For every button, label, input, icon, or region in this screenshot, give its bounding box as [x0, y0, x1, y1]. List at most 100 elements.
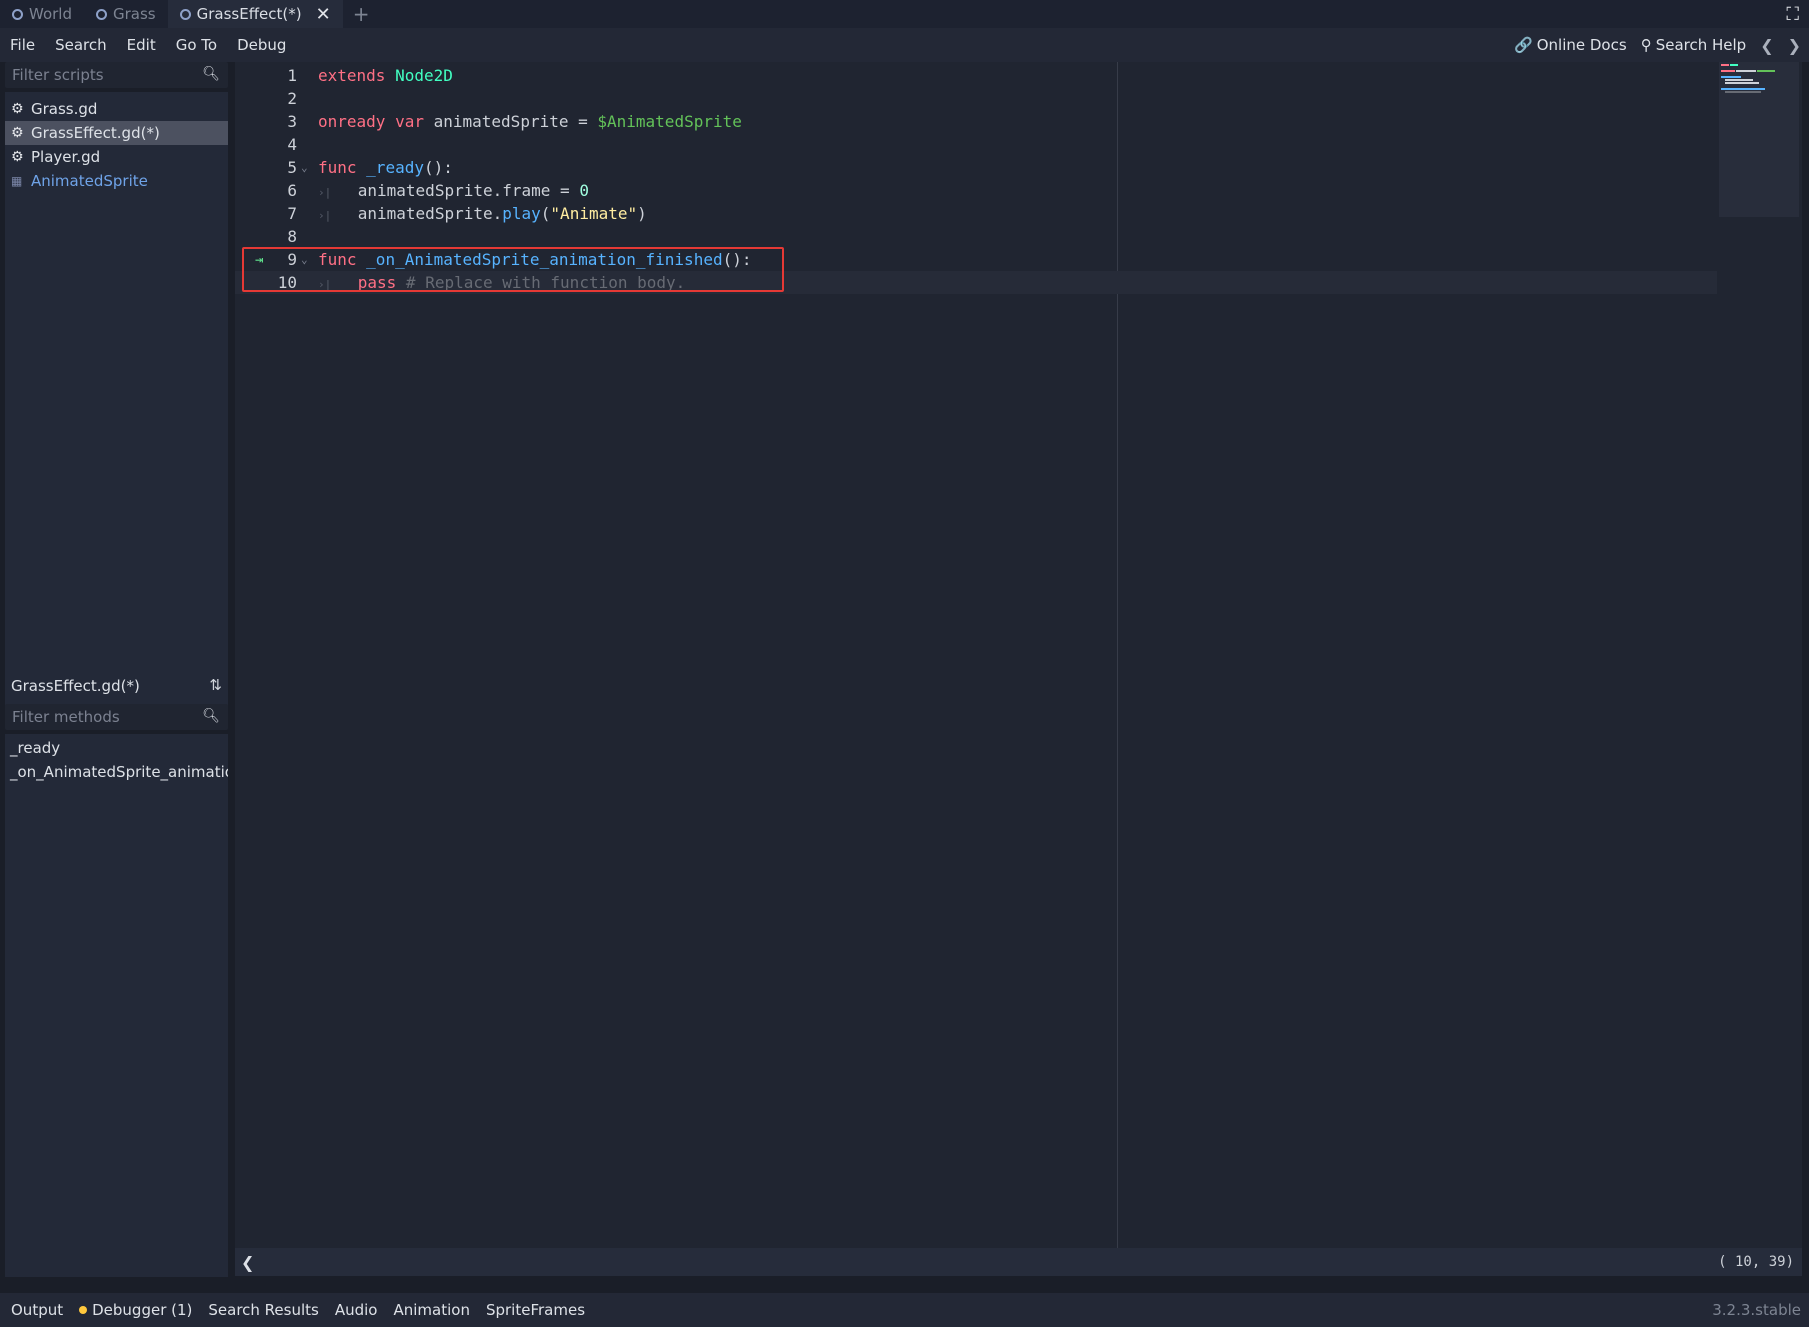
line-number: 5 [287, 158, 297, 177]
code-line[interactable]: 5 ⌄ func _ready(): [235, 156, 1717, 179]
engine-version: 3.2.3.stable [1712, 1301, 1801, 1319]
filter-scripts-input[interactable]: Filter scripts 🔍︎ [5, 62, 228, 88]
code-minimap[interactable] [1719, 62, 1799, 217]
script-item-label: GrassEffect.gd(*) [31, 124, 160, 142]
code-text: ›| animatedSprite.frame = 0 [318, 181, 589, 200]
scene-tab-grass[interactable]: Grass [84, 0, 168, 28]
tab-animation[interactable]: Animation [385, 1301, 477, 1319]
menu-edit[interactable]: Edit [117, 36, 166, 54]
script-item-grass[interactable]: ⚙ Grass.gd [5, 97, 228, 121]
warning-dot-icon [79, 1306, 88, 1314]
search-icon: 🔍︎ [202, 708, 220, 724]
code-token: $AnimatedSprite [597, 112, 742, 131]
code-token: Node2D [395, 66, 453, 85]
code-line[interactable]: 1 extends Node2D [235, 64, 1717, 87]
tab-debugger-label: Debugger (1) [92, 1301, 193, 1319]
link-icon: 🔗 [1514, 36, 1533, 54]
code-line[interactable]: 7 ›| animatedSprite.play("Animate") [235, 202, 1717, 225]
close-icon[interactable]: ✕ [316, 4, 331, 25]
method-item-animation-finished[interactable]: _on_AnimatedSprite_animation_finished [5, 760, 228, 784]
search-help-button[interactable]: ⚲ Search Help [1641, 36, 1747, 54]
scene-icon [12, 8, 23, 20]
search-icon: 🔍︎ [202, 66, 220, 82]
code-token: play [502, 204, 541, 223]
script-item-label: AnimatedSprite [31, 172, 148, 190]
tab-indent-icon: ›| [318, 209, 358, 222]
fullscreen-icon[interactable]: ⛶ [1786, 4, 1799, 25]
scene-tab-label: GrassEffect(*) [196, 5, 302, 23]
scene-tab-bar: World Grass GrassEffect(*) ✕ + ⛶ [0, 0, 1809, 28]
code-text: func _ready(): [318, 158, 453, 177]
history-back-icon[interactable]: ❮ [1760, 36, 1773, 55]
gear-icon: ⚙ [11, 125, 24, 141]
script-item-grass-effect[interactable]: ⚙ GrassEffect.gd(*) [5, 121, 228, 145]
method-list: _ready _on_AnimatedSprite_animation_fini… [5, 734, 228, 1277]
menu-file[interactable]: File [0, 36, 45, 54]
add-tab-button[interactable]: + [343, 2, 380, 26]
cursor-position: ( 10, 39) [1718, 1254, 1794, 1270]
tab-audio[interactable]: Audio [327, 1301, 386, 1319]
history-forward-icon[interactable]: ❯ [1788, 36, 1801, 55]
tab-output[interactable]: Output [0, 1301, 71, 1319]
current-script-title: GrassEffect.gd(*) [5, 672, 195, 700]
method-header: GrassEffect.gd(*) ⇅ [5, 672, 228, 700]
code-token: ( [540, 204, 551, 223]
code-text: ›| animatedSprite.play("Animate") [318, 204, 647, 223]
tab-spriteframes[interactable]: SpriteFrames [478, 1301, 593, 1319]
code-editor[interactable]: 1 extends Node2D 2 3 onready var animatedSpr… [235, 62, 1802, 1276]
code-token: (): [423, 158, 453, 177]
menu-search[interactable]: Search [45, 36, 117, 54]
filter-methods-input[interactable]: Filter methods 🔍︎ [5, 704, 228, 730]
script-sidebar: Filter scripts 🔍︎ ⚙ Grass.gd ⚙ GrassEffe… [5, 62, 228, 1277]
toggle-scripts-panel-icon[interactable]: ❮ [241, 1253, 254, 1272]
code-token: 0 [579, 181, 589, 200]
search-help-label: Search Help [1655, 36, 1747, 54]
highlight-annotation [242, 247, 784, 292]
sort-icon[interactable]: ⇅ [209, 676, 222, 694]
scene-icon [179, 8, 191, 20]
script-item-player[interactable]: ⚙ Player.gd [5, 145, 228, 169]
code-token: "Animate" [550, 204, 638, 223]
scene-tab-grass-effect[interactable]: GrassEffect(*) ✕ [167, 0, 343, 28]
tab-debugger[interactable]: Debugger (1) [71, 1301, 200, 1319]
line-number: 8 [287, 227, 297, 246]
gear-icon: ⚙ [11, 149, 24, 165]
code-token: extends [318, 66, 386, 85]
script-item-animated-sprite[interactable]: ▦ AnimatedSprite [5, 169, 228, 193]
line-number: 1 [287, 66, 297, 85]
code-line[interactable]: 4 [235, 133, 1717, 156]
editor-status-bar: ❮ ( 10, 39) [235, 1248, 1802, 1276]
code-token: ) [637, 204, 647, 223]
scene-tab-world[interactable]: World [0, 0, 84, 28]
code-line[interactable]: 2 [235, 87, 1717, 110]
line-number: 6 [287, 181, 297, 200]
scene-tab-label: Grass [113, 5, 156, 23]
filter-methods-placeholder: Filter methods [12, 708, 120, 726]
code-token: var [395, 112, 424, 131]
code-token: animatedSprite.frame = [357, 181, 580, 200]
menu-goto[interactable]: Go To [166, 36, 227, 54]
code-token: func [318, 158, 357, 177]
method-item-ready[interactable]: _ready [5, 736, 228, 760]
scene-icon [96, 8, 107, 20]
tab-search-results[interactable]: Search Results [200, 1301, 326, 1319]
code-token: animatedSprite. [357, 204, 503, 223]
filter-scripts-placeholder: Filter scripts [12, 66, 104, 84]
menu-debug[interactable]: Debug [227, 36, 296, 54]
code-token: _ready [366, 158, 424, 177]
line-number: 2 [287, 89, 297, 108]
script-menubar: File Search Edit Go To Debug 🔗 Online Do… [0, 28, 1809, 62]
fold-arrow-icon[interactable]: ⌄ [301, 161, 308, 174]
online-docs-button[interactable]: 🔗 Online Docs [1514, 36, 1627, 54]
code-line[interactable]: 8 [235, 225, 1717, 248]
code-text: extends Node2D [318, 66, 453, 85]
code-line[interactable]: 3 onready var animatedSprite = $AnimatedS… [235, 110, 1717, 133]
gear-icon: ⚙ [11, 101, 24, 117]
code-line[interactable]: 6 ›| animatedSprite.frame = 0 [235, 179, 1717, 202]
code-token: onready [318, 112, 386, 131]
bottom-panel-tabs: Output Debugger (1) Search Results Audio… [0, 1293, 1809, 1327]
online-docs-label: Online Docs [1536, 36, 1627, 54]
